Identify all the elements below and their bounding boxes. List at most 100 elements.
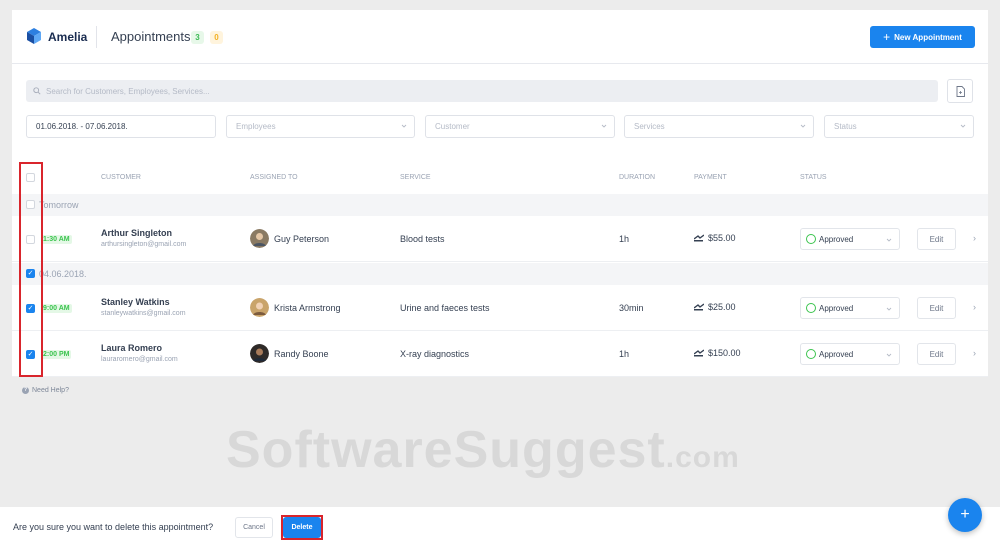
cash-icon xyxy=(694,349,704,357)
date-range-value: 01.06.2018. - 07.06.2018. xyxy=(36,122,128,131)
column-header-payment: Payment xyxy=(694,174,727,181)
customer-name: Arthur Singleton xyxy=(101,228,172,238)
date-group-header: Tomorrow xyxy=(12,194,988,216)
status-ring-icon xyxy=(806,303,816,313)
pending-count-badge: 0 xyxy=(210,31,223,44)
service-name: Blood tests xyxy=(400,234,445,244)
cash-icon xyxy=(694,234,704,242)
header-divider xyxy=(96,26,97,48)
chevron-right-icon[interactable]: › xyxy=(973,348,976,358)
search-icon xyxy=(33,87,41,95)
column-header-status: Status xyxy=(800,174,827,181)
employee-name: Krista Armstrong xyxy=(274,303,341,313)
employee-avatar xyxy=(250,298,269,317)
delete-confirmation-bar: Are you sure you want to delete this app… xyxy=(0,507,1000,550)
status-ring-icon xyxy=(806,234,816,244)
column-header-customer: Customer xyxy=(101,174,141,181)
page-header: Amelia Appointments 3 0 + New Appointmen… xyxy=(12,10,988,64)
search-placeholder: Search for Customers, Employees, Service… xyxy=(46,86,210,96)
edit-button[interactable]: Edit xyxy=(917,228,956,250)
chevron-down-icon xyxy=(601,124,607,128)
customer-placeholder: Customer xyxy=(435,122,470,131)
chevron-right-icon[interactable]: › xyxy=(973,233,976,243)
approved-count-badge: 3 xyxy=(191,31,204,44)
table-row[interactable]: 1:30 AM Arthur Singleton arthursingleton… xyxy=(12,217,988,262)
chevron-down-icon xyxy=(960,124,966,128)
appointment-time: 1:30 AM xyxy=(41,235,72,244)
status-dropdown[interactable]: Approved xyxy=(800,228,900,250)
customer-email: stanleywatkins@gmail.com xyxy=(101,310,186,317)
duration: 30min xyxy=(619,303,644,313)
payment: $25.00 xyxy=(694,302,736,312)
plus-icon: + xyxy=(883,30,891,44)
services-filter[interactable]: Services xyxy=(624,115,814,138)
confirmation-question: Are you sure you want to delete this app… xyxy=(13,522,214,532)
duration: 1h xyxy=(619,234,630,244)
payment-amount: $150.00 xyxy=(708,348,741,358)
brand-name: Amelia xyxy=(48,30,88,44)
group-label: 04.06.2018. xyxy=(39,269,87,279)
table-row[interactable]: ✓ 2:00 PM Laura Romero lauraromero@gmail… xyxy=(12,332,988,377)
status-value: Approved xyxy=(819,349,854,359)
customer-name: Stanley Watkins xyxy=(101,297,170,307)
customer-email: lauraromero@gmail.com xyxy=(101,356,178,363)
add-fab-button[interactable]: + xyxy=(948,498,982,532)
customer-filter[interactable]: Customer xyxy=(425,115,615,138)
watermark-suffix: .com xyxy=(665,441,740,474)
amelia-logo-icon xyxy=(27,28,41,44)
status-value: Approved xyxy=(819,303,854,313)
edit-button[interactable]: Edit xyxy=(917,297,956,319)
status-placeholder: Status xyxy=(834,122,857,131)
employee-name: Guy Peterson xyxy=(274,234,330,244)
new-appointment-label: New Appointment xyxy=(894,32,962,42)
page-title: Appointments xyxy=(111,29,191,44)
date-range-filter[interactable]: 01.06.2018. - 07.06.2018. xyxy=(26,115,216,138)
column-header-service: Service xyxy=(400,174,431,181)
status-value: Approved xyxy=(819,234,854,244)
checkbox-highlight-box xyxy=(19,162,43,377)
status-filter[interactable]: Status xyxy=(824,115,974,138)
payment-amount: $25.00 xyxy=(708,302,736,312)
appointments-card: Amelia Appointments 3 0 + New Appointmen… xyxy=(12,10,988,377)
service-name: X-ray diagnostics xyxy=(400,349,470,359)
employees-filter[interactable]: Employees xyxy=(226,115,415,138)
employee-name: Randy Boone xyxy=(274,349,329,359)
chevron-right-icon[interactable]: › xyxy=(973,302,976,312)
appointment-time: 9:00 AM xyxy=(41,304,72,313)
need-help-link[interactable]: ? Need Help? xyxy=(22,387,69,394)
cancel-button[interactable]: Cancel xyxy=(235,517,273,538)
service-name: Urine and faeces tests xyxy=(400,303,490,313)
question-icon: ? xyxy=(22,387,29,394)
payment: $55.00 xyxy=(694,233,736,243)
appointment-time: 2:00 PM xyxy=(41,350,72,359)
status-dropdown[interactable]: Approved xyxy=(800,343,900,365)
date-group-header: ✓ 04.06.2018. xyxy=(12,263,988,285)
employee-avatar xyxy=(250,344,269,363)
delete-highlight-box xyxy=(281,515,323,540)
table-row[interactable]: ✓ 9:00 AM Stanley Watkins stanleywatkins… xyxy=(12,286,988,331)
group-label: Tomorrow xyxy=(39,200,79,210)
chevron-down-icon xyxy=(886,353,892,357)
status-dropdown[interactable]: Approved xyxy=(800,297,900,319)
services-placeholder: Services xyxy=(634,122,665,131)
chevron-down-icon xyxy=(401,124,407,128)
watermark-main: SoftwareSuggest xyxy=(226,421,666,479)
payment: $150.00 xyxy=(694,348,741,358)
export-button[interactable] xyxy=(947,79,973,103)
status-ring-icon xyxy=(806,349,816,359)
watermark: SoftwareSuggest.com xyxy=(226,420,740,480)
cash-icon xyxy=(694,303,704,311)
chevron-down-icon xyxy=(800,124,806,128)
customer-name: Laura Romero xyxy=(101,343,163,353)
column-header-assigned: Assigned to xyxy=(250,174,298,181)
chevron-down-icon xyxy=(886,307,892,311)
search-input[interactable]: Search for Customers, Employees, Service… xyxy=(26,80,938,102)
payment-amount: $55.00 xyxy=(708,233,736,243)
need-help-label: Need Help? xyxy=(32,387,69,394)
employees-placeholder: Employees xyxy=(236,122,276,131)
duration: 1h xyxy=(619,349,630,359)
employee-avatar xyxy=(250,229,269,248)
edit-button[interactable]: Edit xyxy=(917,343,956,365)
chevron-down-icon xyxy=(886,238,892,242)
new-appointment-button[interactable]: + New Appointment xyxy=(870,26,975,48)
